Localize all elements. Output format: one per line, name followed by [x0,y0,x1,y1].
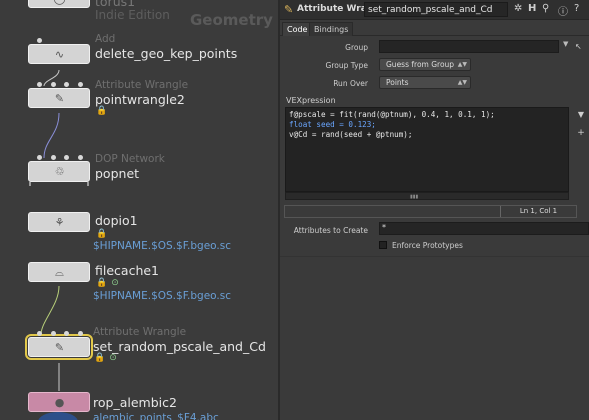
cache-icon: ⌓ [55,266,64,279]
enforce-prototypes-checkbox[interactable] [379,241,387,249]
node-type: Attribute Wrangle [95,79,189,91]
vex-code-editor[interactable]: f@pscale = fit(rand(@ptnum), 0.4, 1, 0.1… [285,107,569,192]
node-popnet[interactable]: ♲ [28,155,90,186]
updown-icon: ▲▼ [457,79,467,86]
vex-menu-arrow[interactable]: ▼ [574,110,588,122]
panel-empty-area [280,256,589,420]
group-label: Group [345,43,368,52]
node-set-random-pscale[interactable]: ✎ [25,331,93,360]
code-hscrollbar[interactable]: ▮▮▮ [285,192,569,200]
search-icon[interactable]: ⚲ [542,3,549,14]
gear-icon[interactable]: ✲ [514,3,522,14]
run-over-menu[interactable]: Points ▲▼ [379,76,471,89]
node-name[interactable]: rop_alembic2 [93,395,177,410]
torus-icon: ◯ [52,0,67,6]
wave-icon: ∿ [54,48,65,61]
node-type: Attribute Wrangle [93,326,187,338]
code-line-3: v@Cd = rand(seed + @ptnum); [289,130,413,139]
attrs-to-create-label: Attributes to Create [293,226,368,235]
tab-bindings[interactable]: Bindings [309,22,354,36]
node-filecache1[interactable]: ⌓ [28,262,90,282]
display-flag-icon: ⊙ [111,278,119,288]
node-name[interactable]: pointwrangle2 [95,92,185,107]
rop-icon: ● [54,396,65,409]
updown-icon: ▲▼ [457,61,467,68]
help-icon[interactable]: ? [574,3,579,14]
group-select-arrow-icon[interactable]: ↖ [575,42,582,51]
group-input[interactable] [379,40,559,53]
node-type: DOP Network [95,153,165,165]
lock-icon: 🔒 ⊙ [94,353,117,363]
wire-wrangle-to-popnet [43,112,60,159]
vex-label: VEXpression [286,96,336,105]
group-dropdown-arrow[interactable]: ▼ [563,40,573,53]
node-name[interactable]: filecache1 [95,263,159,278]
edition-label: Indie Edition [95,8,170,22]
group-type-label: Group Type [325,61,368,70]
node-name[interactable]: delete_geo_kep_points [95,46,237,61]
wrangle-icon: ✎ [54,341,65,354]
plus-icon[interactable]: + [574,128,588,140]
node-pointwrangle2[interactable]: ✎ [28,82,90,108]
parameter-tabs: Code Bindings [280,21,589,36]
node-file-path: $HIPNAME.$OS.$F.bgeo.sc [93,290,232,302]
enforce-prototypes-label: Enforce Prototypes [392,241,463,250]
wire-cache-to-wrangle [40,285,60,335]
info-icon[interactable]: ⓘ [558,3,568,18]
display-flag-icon: ⊙ [109,353,117,363]
lock-icon: 🔒 [96,229,108,239]
tab-code[interactable]: Code [282,22,313,36]
node-delete-geo[interactable]: ∿ [28,38,90,64]
node-type: Add [95,33,116,45]
node-file-path: $HIPNAME.$OS.$F.bgeo.sc [93,240,232,252]
context-label: Geometry [190,11,273,29]
editor-status-bar: Ln 1, Col 1 [284,205,577,218]
node-dopio1[interactable]: ⚘ [28,212,90,232]
node-name-input[interactable] [364,2,508,17]
node-name[interactable]: popnet [95,166,139,181]
network-view[interactable]: Geometry ◯ torus1 Indie Edition ∿ Add de… [0,0,278,420]
lock-icon: 🔒 [96,106,108,116]
node-torus1[interactable]: ◯ [28,0,90,8]
node-name[interactable]: set_random_pscale_and_Cd [93,339,266,354]
parameter-panel: ✎ Attribute Wrangle ✲ H ⚲ ⓘ ? Code Bindi… [280,0,589,420]
code-line-1: f@pscale = fit(rand(@ptnum), 0.4, 1, 0.1… [289,110,495,119]
panel-title-bar: ✎ Attribute Wrangle ✲ H ⚲ ⓘ ? [280,0,589,20]
node-name[interactable]: dopio1 [95,213,138,228]
wrangle-icon: ✎ [284,3,294,16]
code-line-2: float seed = 0.123; [289,120,376,129]
dop-icon: ♲ [54,165,65,178]
dopio-icon: ⚘ [54,216,65,229]
attrs-to-create-input[interactable]: * [379,222,589,235]
help-H-icon[interactable]: H [528,3,536,14]
node-file-path: alembic_points_$F4.abc [93,412,219,420]
node-rop-alembic2[interactable]: ● [28,392,90,412]
group-type-menu[interactable]: Guess from Group ▲▼ [379,58,471,71]
wrangle-icon: ✎ [54,92,65,105]
lock-icon: 🔒 ⊙ [96,278,119,288]
run-over-label: Run Over [333,79,368,88]
cursor-position: Ln 1, Col 1 [500,206,576,217]
